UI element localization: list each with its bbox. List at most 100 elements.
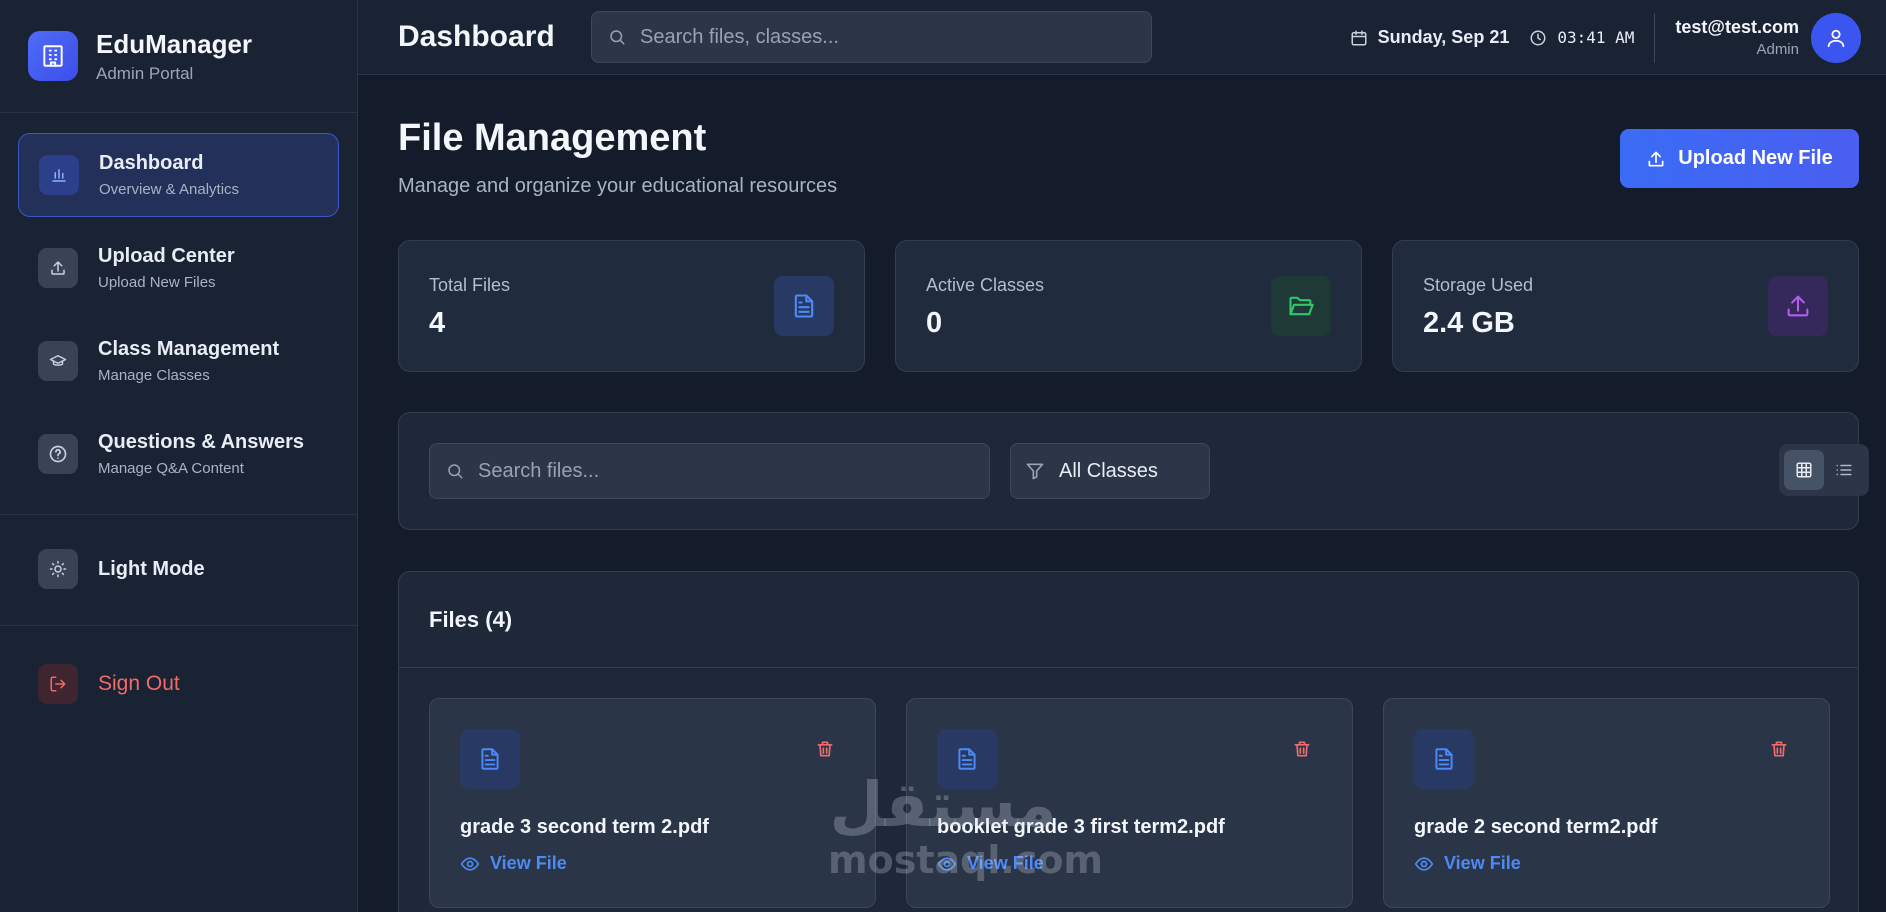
- main-content: File Management Manage and organize your…: [358, 75, 1886, 912]
- stat-card-total-files: Total Files 4: [398, 240, 865, 372]
- file-card[interactable]: grade 3 second term 2.pdf View File: [429, 698, 876, 908]
- file-name: grade 3 second term 2.pdf: [460, 816, 709, 838]
- document-icon: [774, 276, 834, 336]
- calendar-icon: [1351, 30, 1367, 45]
- eye-icon: [460, 856, 480, 871]
- document-icon: [1414, 729, 1474, 789]
- date-text: Sunday, Sep 21: [1377, 27, 1510, 47]
- stat-value: 2.4 GB: [1423, 307, 1515, 339]
- view-file-label: View File: [490, 853, 567, 873]
- stat-value: 4: [429, 307, 446, 339]
- time-text: 03:41 AM: [1557, 28, 1635, 47]
- building-icon: [28, 31, 78, 81]
- sun-icon: [38, 549, 78, 589]
- user-email: test@test.com: [1675, 17, 1799, 37]
- delete-file-button[interactable]: [1292, 739, 1312, 764]
- document-icon: [937, 729, 997, 789]
- user-info: test@test.com Admin: [1675, 17, 1799, 58]
- brand-name: EduManager: [96, 28, 253, 59]
- header-search-input[interactable]: [640, 25, 1102, 49]
- file-search-input[interactable]: [478, 459, 940, 483]
- header-title: Dashboard: [398, 20, 555, 53]
- filter-icon: [1026, 463, 1044, 480]
- logout-icon: [38, 664, 78, 704]
- brand-subtitle: Admin Portal: [96, 63, 194, 83]
- search-icon: [610, 30, 625, 45]
- delete-file-button[interactable]: [1769, 739, 1789, 764]
- list-view-button[interactable]: [1824, 450, 1864, 490]
- header-right: Sunday, Sep 21 03:41 AM test@test.com Ad…: [1350, 0, 1886, 75]
- date-display: Sunday, Sep 21: [1350, 27, 1510, 48]
- class-filter-value: All Classes: [1059, 459, 1158, 482]
- upload-icon: [1768, 276, 1828, 336]
- sidebar-item-label: Questions & Answers: [98, 431, 304, 453]
- stat-value: 0: [926, 307, 943, 339]
- view-file-link[interactable]: View File: [937, 853, 1044, 874]
- stat-card-active-classes: Active Classes 0: [895, 240, 1362, 372]
- light-mode-label: Light Mode: [98, 557, 205, 580]
- mode-section: Light Mode: [0, 515, 357, 626]
- file-card[interactable]: booklet grade 3 first term2.pdf View Fil…: [906, 698, 1353, 908]
- sidebar-item-dashboard[interactable]: Dashboard Overview & Analytics: [18, 133, 339, 217]
- sidebar-nav: Dashboard Overview & Analytics Upload Ce…: [0, 113, 357, 515]
- view-toggle: [1779, 444, 1869, 496]
- page-title: File Management: [398, 117, 707, 159]
- sign-out-button[interactable]: Sign Out: [18, 646, 339, 722]
- view-file-label: View File: [1444, 853, 1521, 873]
- sidebar-item-label: Dashboard: [99, 152, 204, 174]
- files-panel: Files (4) grade 3 second term 2.pdf View…: [398, 571, 1859, 912]
- sign-out-label: Sign Out: [98, 672, 180, 695]
- bar-chart-icon: [39, 155, 79, 195]
- stat-label: Active Classes: [926, 275, 1045, 295]
- file-search: [429, 443, 990, 499]
- sidebar-item-sub: Manage Classes: [98, 367, 210, 384]
- search-icon: [448, 464, 463, 479]
- time-display: 03:41 AM: [1529, 28, 1634, 47]
- eye-icon: [937, 856, 957, 871]
- trash-icon: [817, 741, 833, 757]
- upload-icon: [38, 248, 78, 288]
- top-header: Dashboard Sunday, Sep 21 03:41 AM test@t…: [358, 0, 1886, 75]
- class-filter-select[interactable]: All Classes: [1010, 443, 1210, 499]
- grid-icon: [1796, 462, 1812, 478]
- sidebar-item-sub: Overview & Analytics: [99, 181, 240, 198]
- sidebar: EduManager Admin Portal Dashboard Overvi…: [0, 0, 358, 912]
- question-circle-icon: [38, 434, 78, 474]
- sidebar-item-upload-center[interactable]: Upload Center Upload New Files: [18, 226, 339, 310]
- sidebar-item-sub: Manage Q&A Content: [98, 460, 244, 477]
- file-card[interactable]: grade 2 second term2.pdf View File: [1383, 698, 1830, 908]
- upload-button-label: Upload New File: [1678, 147, 1833, 169]
- sidebar-item-label: Upload Center: [98, 245, 235, 267]
- trash-icon: [1294, 741, 1310, 757]
- view-file-label: View File: [967, 853, 1044, 873]
- folder-open-icon: [1271, 276, 1331, 336]
- clock-icon: [1530, 30, 1546, 45]
- avatar[interactable]: [1811, 12, 1861, 63]
- user-icon: [1827, 29, 1845, 47]
- user-role: Admin: [1756, 41, 1799, 58]
- stat-card-storage-used: Storage Used 2.4 GB: [1392, 240, 1859, 372]
- brand: EduManager Admin Portal: [0, 0, 357, 113]
- upload-new-file-button[interactable]: Upload New File: [1620, 129, 1859, 188]
- page-subtitle: Manage and organize your educational res…: [398, 175, 838, 197]
- sidebar-item-sub: Upload New Files: [98, 274, 216, 291]
- trash-icon: [1771, 741, 1787, 757]
- signout-section: Sign Out: [0, 626, 357, 742]
- view-file-link[interactable]: View File: [460, 853, 567, 874]
- list-icon: [1836, 464, 1852, 476]
- sidebar-item-class-management[interactable]: Class Management Manage Classes: [18, 319, 339, 403]
- delete-file-button[interactable]: [815, 739, 835, 764]
- sidebar-item-questions-answers[interactable]: Questions & Answers Manage Q&A Content: [18, 412, 339, 496]
- filter-bar: All Classes: [398, 412, 1869, 530]
- file-name: booklet grade 3 first term2.pdf: [937, 816, 1225, 838]
- graduation-cap-icon: [38, 341, 78, 381]
- grid-view-button[interactable]: [1784, 450, 1824, 490]
- sidebar-item-label: Class Management: [98, 338, 280, 360]
- upload-icon: [1648, 151, 1664, 166]
- view-file-link[interactable]: View File: [1414, 853, 1521, 874]
- stat-label: Storage Used: [1423, 275, 1534, 295]
- files-heading: Files (4): [399, 572, 1858, 668]
- stat-label: Total Files: [429, 275, 511, 295]
- light-mode-toggle[interactable]: Light Mode: [18, 533, 339, 605]
- header-divider: [1654, 12, 1656, 63]
